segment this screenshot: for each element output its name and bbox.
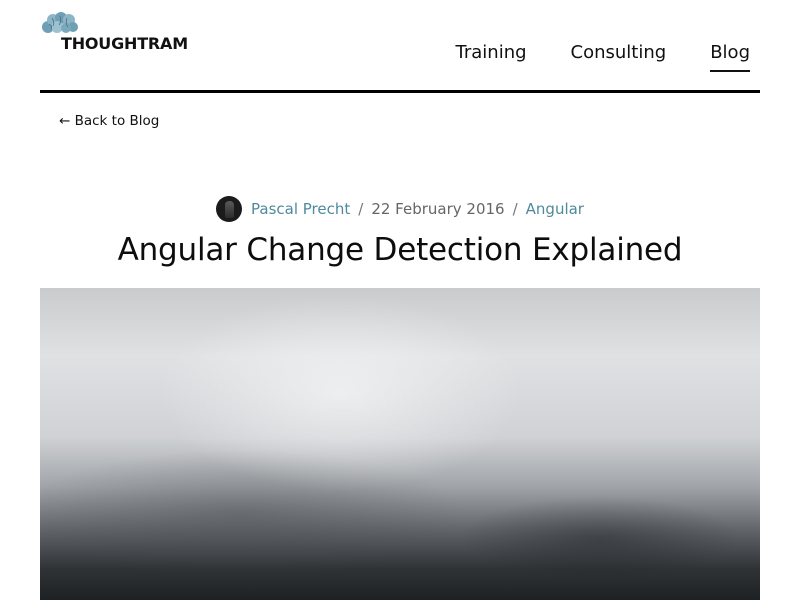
brand-name: THOUGHTRAM [61, 34, 188, 53]
author-avatar[interactable] [216, 196, 243, 222]
meta-separator: / [512, 200, 518, 218]
author-link[interactable]: Pascal Precht [251, 196, 350, 222]
meta-separator: / [358, 200, 364, 218]
post-title: Angular Change Detection Explained [117, 232, 683, 268]
back-to-blog-link[interactable]: ← Back to Blog [59, 112, 159, 130]
main-nav: Training Consulting Blog [412, 41, 750, 72]
avatar-figure [225, 201, 235, 218]
nav-training[interactable]: Training [456, 41, 527, 72]
site-header: THOUGHTRAM Training Consulting Blog [40, 0, 760, 93]
hero-image [40, 288, 760, 600]
nav-blog[interactable]: Blog [710, 41, 750, 72]
thoughtram-logo[interactable]: THOUGHTRAM [40, 12, 215, 56]
post-date: 22 February 2016 [371, 200, 505, 218]
nav-consulting[interactable]: Consulting [571, 41, 667, 72]
hero-image-haze [40, 288, 760, 600]
post-meta: Pascal Precht / 22 February 2016 / Angul… [0, 196, 800, 222]
category-link[interactable]: Angular [526, 196, 584, 222]
